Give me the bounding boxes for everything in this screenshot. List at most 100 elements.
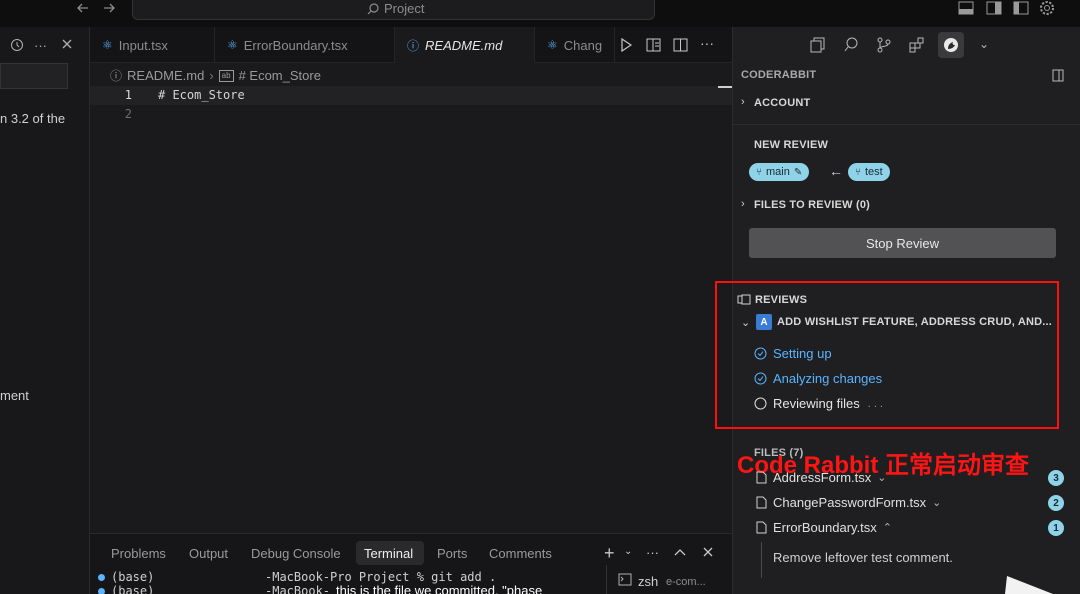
branch-icon: ⑂: [855, 166, 861, 178]
new-review-heading: NEW REVIEW: [754, 139, 829, 151]
arrow-left-icon: ←: [829, 163, 843, 179]
coderabbit-logo-icon: [943, 37, 959, 53]
more-actions-icon[interactable]: ···: [646, 545, 659, 560]
branch-icon: ⑂: [756, 166, 762, 178]
terminal-shell-name[interactable]: e-com...: [666, 576, 706, 588]
mouse-cursor-icon: [1005, 572, 1055, 594]
terminal-line: -MacBook-Pro Project % git add .: [265, 570, 497, 584]
collapse-panel-icon[interactable]: [1052, 69, 1066, 82]
review-comment[interactable]: Remove leftover test comment.: [773, 550, 953, 565]
breadcrumb: ⓘ README.md › ab # Ecom_Store: [110, 67, 321, 84]
account-section[interactable]: ACCOUNT: [754, 97, 810, 109]
close-icon[interactable]: [60, 37, 74, 51]
sidebar-text-fragment: ment: [0, 388, 29, 403]
stop-review-button[interactable]: Stop Review: [749, 228, 1056, 258]
info-icon: ⓘ: [407, 38, 420, 53]
tab-debug-console[interactable]: Debug Console: [251, 546, 341, 561]
maximize-panel-icon[interactable]: [674, 547, 686, 557]
search-placeholder: Project: [384, 1, 425, 16]
tab-comments[interactable]: Comments: [489, 546, 552, 561]
chevron-down-icon: ⌄: [932, 497, 942, 509]
toggle-primary-sidebar-icon[interactable]: [958, 1, 974, 15]
chevron-up-icon: ⌃: [882, 522, 893, 534]
search-icon[interactable]: [844, 37, 859, 53]
back-arrow-icon[interactable]: [76, 1, 90, 15]
terminal-marker: [98, 574, 105, 581]
terminal-icon: [618, 573, 632, 586]
comment-count-badge: 3: [1048, 470, 1064, 486]
more-actions-icon[interactable]: ···: [34, 38, 47, 53]
code-line[interactable]: 2: [90, 105, 732, 124]
comment-thread-line: [761, 542, 762, 578]
sidebar-select[interactable]: [0, 63, 68, 89]
file-row[interactable]: ChangePasswordForm.tsx ⌄: [756, 495, 941, 510]
code-text: # Ecom_Store: [158, 88, 245, 102]
history-icon[interactable]: [10, 38, 24, 52]
source-control-icon[interactable]: [877, 37, 891, 53]
tab-errorboundary-tsx[interactable]: ⚛ ErrorBoundary.tsx: [215, 27, 395, 63]
file-row[interactable]: ErrorBoundary.tsx ⌃: [756, 520, 892, 535]
tab-changes[interactable]: ⚛ Chang: [535, 27, 615, 63]
panel-title: CODERABBIT: [741, 69, 817, 81]
chevron-down-icon[interactable]: ⌄: [979, 37, 989, 51]
terminal-shell-label[interactable]: zsh: [638, 574, 658, 589]
forward-arrow-icon[interactable]: [102, 1, 116, 15]
toggle-secondary-sidebar-icon[interactable]: [1013, 1, 1029, 15]
chevron-down-icon: ⌄: [877, 472, 887, 484]
highlight-box: [715, 281, 1059, 429]
minimap-indicator: [718, 86, 732, 88]
tab-input-tsx[interactable]: ⚛ Input.tsx: [90, 27, 215, 63]
react-icon: ⚛: [102, 38, 113, 52]
chevron-right-icon[interactable]: ›: [741, 96, 745, 108]
more-actions-icon[interactable]: ···: [700, 35, 714, 51]
react-icon: ⚛: [227, 38, 238, 52]
terminal-line: -MacBook-: [265, 584, 331, 594]
tab-readme-md[interactable]: ⓘ README.md: [395, 27, 535, 63]
info-icon: ⓘ: [110, 69, 123, 83]
settings-gear-icon[interactable]: [1039, 0, 1055, 16]
section-divider: [733, 124, 1080, 125]
react-icon: ⚛: [547, 38, 558, 52]
run-icon[interactable]: [620, 38, 632, 52]
breadcrumb-file[interactable]: README.md: [127, 68, 204, 83]
terminal-divider: [606, 565, 607, 594]
breadcrumb-symbol[interactable]: # Ecom_Store: [239, 68, 321, 83]
comment-count-badge: 1: [1048, 520, 1064, 536]
line-number: 2: [124, 107, 132, 121]
chevron-right-icon[interactable]: ›: [741, 198, 745, 210]
sidebar-text-fragment: n 3.2 of the: [0, 111, 66, 126]
open-preview-icon[interactable]: [646, 38, 662, 52]
chevron-right-icon: ›: [209, 68, 214, 83]
editor-tab-bar: ⚛ Input.tsx ⚛ ErrorBoundary.tsx ⓘ README…: [90, 27, 732, 63]
tab-output[interactable]: Output: [189, 546, 228, 561]
copy-icon[interactable]: [810, 37, 825, 53]
pencil-icon: ✎: [793, 166, 803, 178]
new-terminal-plus-icon[interactable]: +: [604, 543, 615, 564]
split-editor-icon[interactable]: [673, 38, 689, 52]
extensions-icon[interactable]: [909, 37, 925, 53]
video-subtitle: this is the file we committed. "phase: [336, 583, 543, 594]
file-icon: [756, 521, 767, 534]
editor-area[interactable]: [90, 63, 732, 533]
file-icon: [756, 496, 767, 509]
comment-count-badge: 2: [1048, 495, 1064, 511]
code-line[interactable]: 1 # Ecom_Store: [90, 86, 732, 105]
tab-ports[interactable]: Ports: [437, 546, 467, 561]
close-panel-icon[interactable]: [702, 546, 714, 558]
file-icon: [756, 471, 767, 484]
left-sidebar: ··· n 3.2 of the ment: [0, 27, 90, 594]
head-branch-pill[interactable]: ⑂ test: [848, 163, 890, 181]
tab-terminal[interactable]: Terminal: [364, 546, 413, 561]
line-number: 1: [124, 88, 132, 102]
search-icon: [366, 2, 380, 16]
terminal-prompt: (base): [111, 584, 155, 594]
tab-problems[interactable]: Problems: [111, 546, 166, 561]
chevron-down-icon[interactable]: ⌄: [624, 546, 632, 557]
terminal-marker: [98, 588, 105, 594]
symbol-icon: ab: [218, 69, 234, 82]
file-row[interactable]: AddressForm.tsx ⌄: [756, 470, 886, 485]
files-to-review-heading[interactable]: FILES TO REVIEW (0): [754, 199, 870, 211]
base-branch-pill[interactable]: ⑂ main ✎: [749, 163, 810, 181]
toggle-panel-icon[interactable]: [986, 1, 1002, 15]
terminal-prompt: (base): [111, 570, 155, 584]
